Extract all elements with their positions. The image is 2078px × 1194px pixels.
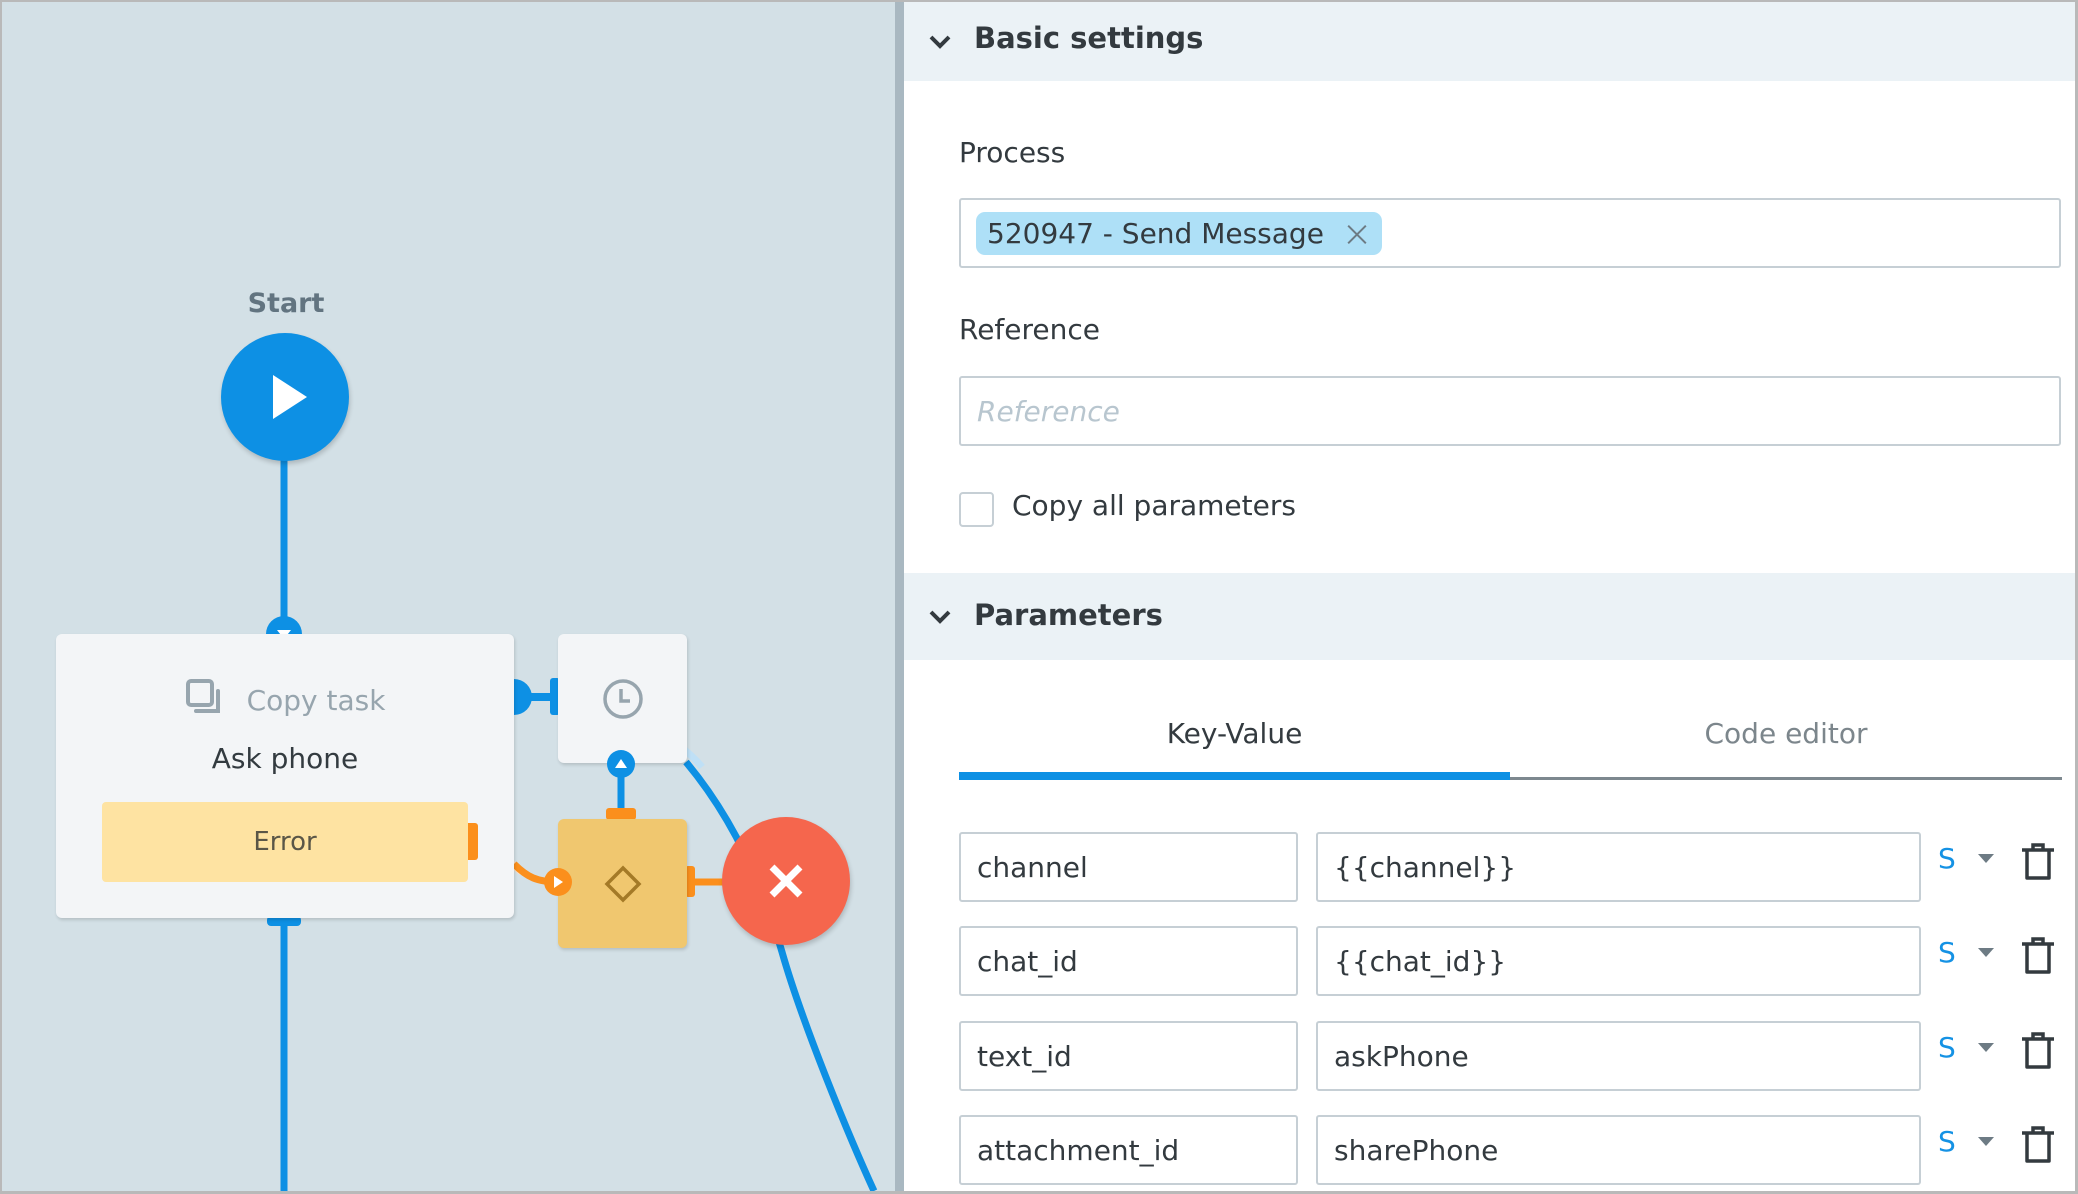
tab-code-editor[interactable]: Code editor (1510, 702, 2062, 780)
process-canvas[interactable]: Start Copy task Ask phone Error (2, 2, 895, 1191)
process-label: Process (959, 136, 1066, 169)
play-icon (273, 375, 307, 419)
copy-all-parameters-checkbox[interactable] (959, 492, 994, 527)
task-title: Ask phone (211, 742, 359, 775)
process-tag: 520947 - Send Message (976, 212, 1382, 255)
settings-panel: Basic settings Process 520947 - Send Mes… (904, 2, 2075, 1191)
parameter-type-select[interactable]: S (1938, 838, 1994, 878)
parameters-tabs: Key-Value Code editor (959, 702, 2062, 780)
parameter-key-field[interactable] (959, 832, 1298, 902)
reference-input[interactable] (961, 378, 2059, 444)
close-icon (769, 864, 803, 898)
caret-down-icon (1977, 853, 1994, 863)
start-label: Start (247, 288, 325, 319)
trash-icon[interactable] (2020, 1125, 2056, 1165)
parameter-value-field[interactable] (1316, 1115, 1921, 1185)
parameter-row: S (959, 926, 2069, 996)
remove-tag-icon[interactable] (1346, 223, 1368, 245)
reference-field[interactable] (959, 376, 2061, 446)
process-tag-label: 520947 - Send Message (987, 217, 1324, 250)
flow-error-to-gateway[interactable] (511, 861, 559, 886)
task-type-row: Copy task (56, 678, 514, 717)
parameter-value-field[interactable] (1316, 832, 1921, 902)
chevron-down-icon (929, 35, 951, 49)
tab-key-value[interactable]: Key-Value (959, 702, 1510, 780)
task-type-label: Copy task (246, 684, 386, 717)
error-branch[interactable]: Error (102, 802, 468, 882)
trash-icon[interactable] (2020, 842, 2056, 882)
parameter-key-field[interactable] (959, 926, 1298, 996)
parameter-key-input[interactable] (961, 1023, 1296, 1089)
start-node[interactable] (221, 333, 349, 461)
diamond-icon (604, 865, 642, 903)
parameter-key-input[interactable] (961, 1117, 1296, 1183)
parameter-value-input[interactable] (1318, 928, 1919, 994)
trash-icon[interactable] (2020, 1031, 2056, 1071)
parameter-value-field[interactable] (1316, 1021, 1921, 1091)
parameter-type-label: S (1938, 1030, 1956, 1064)
parameters-title: Parameters (974, 598, 1163, 632)
panel-resize-handle[interactable] (895, 2, 904, 1191)
copy-icon (185, 678, 223, 716)
parameter-value-input[interactable] (1318, 834, 1919, 900)
basic-settings-header[interactable]: Basic settings (904, 2, 2075, 81)
parameter-value-field[interactable] (1316, 926, 1921, 996)
reference-label: Reference (959, 313, 1100, 346)
parameter-key-field[interactable] (959, 1021, 1298, 1091)
parameter-value-input[interactable] (1318, 1023, 1919, 1089)
parameter-key-field[interactable] (959, 1115, 1298, 1185)
timer-node[interactable] (558, 634, 687, 763)
parameter-type-label: S (1938, 841, 1956, 875)
caret-down-icon (1977, 1136, 1994, 1146)
parameter-key-input[interactable] (961, 928, 1296, 994)
parameter-row: S (959, 1021, 2069, 1091)
parameter-type-select[interactable]: S (1938, 1027, 1994, 1067)
error-handle[interactable] (468, 823, 478, 860)
caret-down-icon (1977, 947, 1994, 957)
parameters-header[interactable]: Parameters (904, 573, 2075, 660)
parameter-type-label: S (1938, 935, 1956, 969)
parameter-value-input[interactable] (1318, 1117, 1919, 1183)
caret-down-icon (1977, 1042, 1994, 1052)
basic-settings-title: Basic settings (974, 21, 1204, 55)
gateway-node[interactable] (558, 819, 687, 948)
connections-layer (266, 457, 878, 1191)
chevron-down-icon (929, 610, 951, 624)
task-node[interactable]: Copy task Ask phone Error (56, 634, 514, 918)
parameter-row: S (959, 832, 2069, 902)
clock-icon (603, 679, 643, 719)
copy-all-parameters-label[interactable]: Copy all parameters (1012, 489, 1296, 522)
trash-icon[interactable] (2020, 936, 2056, 976)
parameter-row: S (959, 1115, 2069, 1185)
parameter-type-label: S (1938, 1124, 1956, 1158)
end-node[interactable] (722, 817, 850, 945)
parameter-type-select[interactable]: S (1938, 932, 1994, 972)
parameter-type-select[interactable]: S (1938, 1121, 1994, 1161)
parameter-key-input[interactable] (961, 834, 1296, 900)
process-select[interactable]: 520947 - Send Message (959, 198, 2061, 268)
